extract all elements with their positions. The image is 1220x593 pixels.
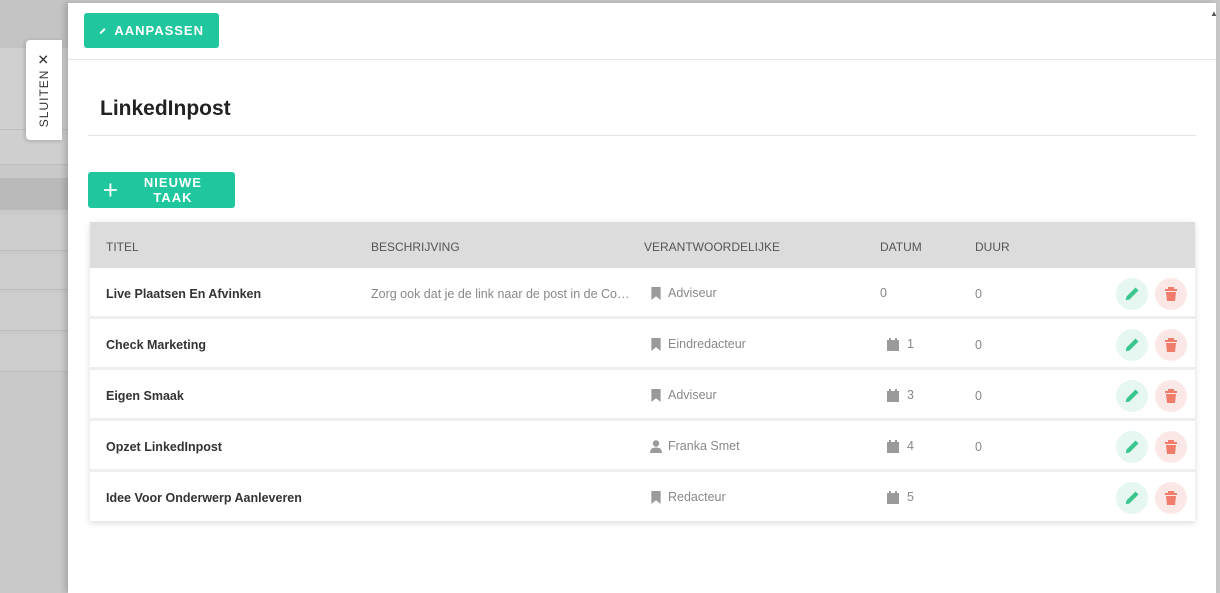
responsible-label: Franka Smet [668, 439, 740, 453]
bookmark-icon [651, 490, 661, 504]
task-title: Opzet LinkedInpost [106, 440, 222, 454]
column-header-responsible[interactable]: VERANTWOORDELIJKE [644, 240, 780, 254]
trash-icon [1165, 491, 1177, 505]
column-header-date[interactable]: DATUM [880, 240, 922, 254]
task-date: 4 [887, 439, 914, 453]
scroll-up-icon[interactable]: ▲ [1210, 9, 1218, 19]
column-header-title[interactable]: TITEL [106, 240, 139, 254]
calendar-icon [887, 388, 899, 402]
task-responsible: Redacteur [650, 490, 726, 504]
edit-task-button[interactable] [1116, 380, 1148, 412]
delete-task-button[interactable] [1155, 380, 1187, 412]
task-responsible: Adviseur [650, 388, 717, 402]
responsible-label: Adviseur [668, 388, 717, 402]
date-value: 4 [907, 439, 914, 453]
user-icon [650, 439, 662, 453]
date-value: 1 [907, 337, 914, 351]
column-header-duration[interactable]: DUUR [975, 240, 1010, 254]
background-strip [0, 254, 70, 290]
edit-task-button[interactable] [1116, 482, 1148, 514]
close-panel-tab[interactable]: SLUITEN ✕ [26, 40, 62, 140]
task-duration: 0 [975, 338, 982, 352]
task-duration: 0 [975, 287, 982, 301]
close-icon: ✕ [37, 51, 51, 68]
column-header-description[interactable]: BESCHRIJVING [371, 240, 460, 254]
task-duration: 0 [975, 389, 982, 403]
background-strip [0, 334, 70, 372]
task-responsible: Adviseur [650, 286, 717, 300]
bookmark-icon [651, 286, 661, 300]
task-responsible: Franka Smet [650, 439, 740, 453]
page-title: LinkedInpost [100, 97, 231, 120]
task-title: Idee Voor Onderwerp Aanleveren [106, 491, 302, 505]
date-value: 5 [907, 490, 914, 504]
trash-icon [1165, 287, 1177, 301]
task-responsible: Eindredacteur [650, 337, 746, 351]
calendar-icon [887, 337, 899, 351]
pencil-icon [1125, 287, 1139, 301]
table-row[interactable]: Eigen Smaak Adviseur 3 0 [90, 370, 1195, 421]
task-title: Check Marketing [106, 338, 207, 352]
edit-task-button[interactable] [1116, 329, 1148, 361]
bookmark-icon [651, 388, 661, 402]
calendar-icon [887, 490, 899, 504]
responsible-label: Redacteur [668, 490, 726, 504]
table-row[interactable]: Check Marketing Eindredacteur 1 0 [90, 319, 1195, 370]
bookmark-icon [651, 337, 661, 351]
panel-toolbar: AANPASSEN ▲ [68, 3, 1218, 60]
close-tab-content: SLUITEN ✕ [36, 51, 53, 127]
new-task-button-label: NIEUWE TAAK [143, 175, 202, 205]
task-description: Zorg ook dat je de link naar de post in … [371, 287, 633, 301]
background-strip [0, 178, 70, 210]
delete-task-button[interactable] [1155, 329, 1187, 361]
task-title: Eigen Smaak [106, 389, 184, 403]
background-strip [0, 293, 70, 331]
pencil-icon [99, 27, 106, 34]
calendar-icon [887, 439, 899, 453]
task-date: 1 [887, 337, 914, 351]
pencil-icon [1125, 389, 1139, 403]
date-value: 3 [907, 388, 914, 402]
edit-button-label: AANPASSEN [114, 23, 204, 38]
task-title: Live Plaatsen En Afvinken [106, 287, 262, 301]
edit-task-button[interactable] [1116, 431, 1148, 463]
task-date: 0 [880, 286, 887, 300]
delete-task-button[interactable] [1155, 278, 1187, 310]
task-date: 5 [887, 490, 914, 504]
table-row[interactable]: Idee Voor Onderwerp Aanleveren Redacteur… [90, 472, 1195, 521]
pencil-icon [1125, 440, 1139, 454]
edit-task-button[interactable] [1116, 278, 1148, 310]
trash-icon [1165, 389, 1177, 403]
new-task-button[interactable]: NIEUWE TAAK [88, 172, 235, 208]
table-header: TITEL BESCHRIJVING VERANTWOORDELIJKE DAT… [90, 222, 1195, 268]
background-strip [0, 215, 70, 251]
trash-icon [1165, 440, 1177, 454]
edit-button[interactable]: AANPASSEN [84, 13, 219, 48]
title-divider [88, 135, 1196, 136]
delete-task-button[interactable] [1155, 431, 1187, 463]
pencil-icon [1125, 338, 1139, 352]
task-date: 3 [887, 388, 914, 402]
table-row[interactable]: Opzet LinkedInpost Franka Smet 4 0 [90, 421, 1195, 472]
plus-icon [103, 183, 117, 197]
task-panel: AANPASSEN ▲ LinkedInpost NIEUWE TAAK TIT… [68, 3, 1218, 593]
delete-task-button[interactable] [1155, 482, 1187, 514]
pencil-icon [1125, 491, 1139, 505]
responsible-label: Eindredacteur [668, 337, 746, 351]
table-row[interactable]: Live Plaatsen En Afvinken Zorg ook dat j… [90, 268, 1195, 319]
date-value: 0 [880, 286, 887, 300]
task-table: TITEL BESCHRIJVING VERANTWOORDELIJKE DAT… [90, 222, 1195, 521]
responsible-label: Adviseur [668, 286, 717, 300]
task-duration: 0 [975, 440, 982, 454]
close-tab-label: SLUITEN [37, 69, 52, 127]
trash-icon [1165, 338, 1177, 352]
